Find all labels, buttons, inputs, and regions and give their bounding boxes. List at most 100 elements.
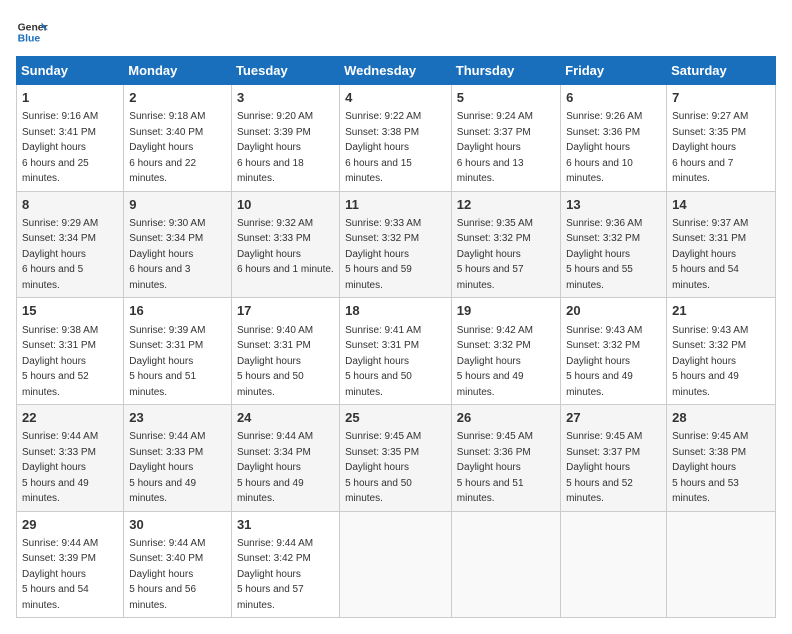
day-number: 23 xyxy=(129,409,226,427)
day-info: Sunrise: 9:43 AMSunset: 3:32 PMDaylight … xyxy=(566,325,642,398)
day-number: 22 xyxy=(22,409,118,427)
day-number: 12 xyxy=(457,196,555,214)
day-number: 3 xyxy=(237,89,334,107)
calendar-cell: 16 Sunrise: 9:39 AMSunset: 3:31 PMDaylig… xyxy=(124,298,232,405)
calendar-cell: 14 Sunrise: 9:37 AMSunset: 3:31 PMDaylig… xyxy=(667,191,776,298)
calendar-cell: 23 Sunrise: 9:44 AMSunset: 3:33 PMDaylig… xyxy=(124,405,232,512)
day-info: Sunrise: 9:45 AMSunset: 3:35 PMDaylight … xyxy=(345,431,421,504)
calendar-cell: 8 Sunrise: 9:29 AMSunset: 3:34 PMDayligh… xyxy=(17,191,124,298)
logo: General Blue xyxy=(16,16,48,48)
calendar-cell: 20 Sunrise: 9:43 AMSunset: 3:32 PMDaylig… xyxy=(561,298,667,405)
calendar-cell: 19 Sunrise: 9:42 AMSunset: 3:32 PMDaylig… xyxy=(451,298,560,405)
col-header-thursday: Thursday xyxy=(451,57,560,85)
day-info: Sunrise: 9:41 AMSunset: 3:31 PMDaylight … xyxy=(345,325,421,398)
day-info: Sunrise: 9:33 AMSunset: 3:32 PMDaylight … xyxy=(345,218,421,291)
day-number: 9 xyxy=(129,196,226,214)
calendar-cell: 28 Sunrise: 9:45 AMSunset: 3:38 PMDaylig… xyxy=(667,405,776,512)
day-number: 10 xyxy=(237,196,334,214)
day-info: Sunrise: 9:44 AMSunset: 3:40 PMDaylight … xyxy=(129,538,205,611)
day-number: 25 xyxy=(345,409,446,427)
calendar-cell: 6 Sunrise: 9:26 AMSunset: 3:36 PMDayligh… xyxy=(561,85,667,192)
day-info: Sunrise: 9:45 AMSunset: 3:37 PMDaylight … xyxy=(566,431,642,504)
day-info: Sunrise: 9:40 AMSunset: 3:31 PMDaylight … xyxy=(237,325,313,398)
day-info: Sunrise: 9:38 AMSunset: 3:31 PMDaylight … xyxy=(22,325,98,398)
col-header-wednesday: Wednesday xyxy=(340,57,452,85)
day-number: 7 xyxy=(672,89,770,107)
day-number: 18 xyxy=(345,302,446,320)
calendar-cell: 3 Sunrise: 9:20 AMSunset: 3:39 PMDayligh… xyxy=(231,85,339,192)
calendar-cell: 9 Sunrise: 9:30 AMSunset: 3:34 PMDayligh… xyxy=(124,191,232,298)
calendar-cell: 18 Sunrise: 9:41 AMSunset: 3:31 PMDaylig… xyxy=(340,298,452,405)
day-info: Sunrise: 9:44 AMSunset: 3:34 PMDaylight … xyxy=(237,431,313,504)
day-info: Sunrise: 9:35 AMSunset: 3:32 PMDaylight … xyxy=(457,218,533,291)
day-number: 8 xyxy=(22,196,118,214)
day-number: 27 xyxy=(566,409,661,427)
calendar-cell: 17 Sunrise: 9:40 AMSunset: 3:31 PMDaylig… xyxy=(231,298,339,405)
day-number: 14 xyxy=(672,196,770,214)
day-number: 19 xyxy=(457,302,555,320)
col-header-tuesday: Tuesday xyxy=(231,57,339,85)
day-info: Sunrise: 9:29 AMSunset: 3:34 PMDaylight … xyxy=(22,218,98,291)
calendar-cell xyxy=(340,511,452,618)
calendar-cell: 5 Sunrise: 9:24 AMSunset: 3:37 PMDayligh… xyxy=(451,85,560,192)
calendar-cell: 30 Sunrise: 9:44 AMSunset: 3:40 PMDaylig… xyxy=(124,511,232,618)
calendar-cell: 4 Sunrise: 9:22 AMSunset: 3:38 PMDayligh… xyxy=(340,85,452,192)
logo-icon: General Blue xyxy=(16,16,48,48)
calendar-cell: 1 Sunrise: 9:16 AMSunset: 3:41 PMDayligh… xyxy=(17,85,124,192)
day-info: Sunrise: 9:44 AMSunset: 3:33 PMDaylight … xyxy=(129,431,205,504)
day-number: 24 xyxy=(237,409,334,427)
day-number: 1 xyxy=(22,89,118,107)
col-header-sunday: Sunday xyxy=(17,57,124,85)
calendar-cell: 24 Sunrise: 9:44 AMSunset: 3:34 PMDaylig… xyxy=(231,405,339,512)
col-header-saturday: Saturday xyxy=(667,57,776,85)
day-number: 15 xyxy=(22,302,118,320)
day-number: 20 xyxy=(566,302,661,320)
day-info: Sunrise: 9:45 AMSunset: 3:38 PMDaylight … xyxy=(672,431,748,504)
day-info: Sunrise: 9:32 AMSunset: 3:33 PMDaylight … xyxy=(237,218,334,276)
day-number: 5 xyxy=(457,89,555,107)
calendar-cell: 15 Sunrise: 9:38 AMSunset: 3:31 PMDaylig… xyxy=(17,298,124,405)
day-info: Sunrise: 9:18 AMSunset: 3:40 PMDaylight … xyxy=(129,111,205,184)
svg-text:Blue: Blue xyxy=(18,34,41,45)
day-number: 2 xyxy=(129,89,226,107)
day-number: 11 xyxy=(345,196,446,214)
calendar-cell: 13 Sunrise: 9:36 AMSunset: 3:32 PMDaylig… xyxy=(561,191,667,298)
day-number: 4 xyxy=(345,89,446,107)
day-info: Sunrise: 9:27 AMSunset: 3:35 PMDaylight … xyxy=(672,111,748,184)
day-number: 31 xyxy=(237,516,334,534)
calendar-cell: 12 Sunrise: 9:35 AMSunset: 3:32 PMDaylig… xyxy=(451,191,560,298)
day-number: 21 xyxy=(672,302,770,320)
day-number: 6 xyxy=(566,89,661,107)
calendar-cell: 25 Sunrise: 9:45 AMSunset: 3:35 PMDaylig… xyxy=(340,405,452,512)
day-number: 28 xyxy=(672,409,770,427)
day-info: Sunrise: 9:45 AMSunset: 3:36 PMDaylight … xyxy=(457,431,533,504)
day-info: Sunrise: 9:22 AMSunset: 3:38 PMDaylight … xyxy=(345,111,421,184)
day-number: 30 xyxy=(129,516,226,534)
calendar-cell: 7 Sunrise: 9:27 AMSunset: 3:35 PMDayligh… xyxy=(667,85,776,192)
day-number: 29 xyxy=(22,516,118,534)
day-number: 16 xyxy=(129,302,226,320)
day-info: Sunrise: 9:24 AMSunset: 3:37 PMDaylight … xyxy=(457,111,533,184)
day-info: Sunrise: 9:16 AMSunset: 3:41 PMDaylight … xyxy=(22,111,98,184)
day-number: 13 xyxy=(566,196,661,214)
calendar-cell: 26 Sunrise: 9:45 AMSunset: 3:36 PMDaylig… xyxy=(451,405,560,512)
col-header-friday: Friday xyxy=(561,57,667,85)
day-number: 26 xyxy=(457,409,555,427)
day-info: Sunrise: 9:44 AMSunset: 3:33 PMDaylight … xyxy=(22,431,98,504)
calendar-cell: 2 Sunrise: 9:18 AMSunset: 3:40 PMDayligh… xyxy=(124,85,232,192)
calendar-cell: 31 Sunrise: 9:44 AMSunset: 3:42 PMDaylig… xyxy=(231,511,339,618)
day-info: Sunrise: 9:20 AMSunset: 3:39 PMDaylight … xyxy=(237,111,313,184)
day-info: Sunrise: 9:42 AMSunset: 3:32 PMDaylight … xyxy=(457,325,533,398)
day-info: Sunrise: 9:30 AMSunset: 3:34 PMDaylight … xyxy=(129,218,205,291)
calendar-cell xyxy=(561,511,667,618)
calendar-cell: 10 Sunrise: 9:32 AMSunset: 3:33 PMDaylig… xyxy=(231,191,339,298)
calendar-cell: 21 Sunrise: 9:43 AMSunset: 3:32 PMDaylig… xyxy=(667,298,776,405)
calendar-cell: 11 Sunrise: 9:33 AMSunset: 3:32 PMDaylig… xyxy=(340,191,452,298)
calendar-cell xyxy=(451,511,560,618)
day-info: Sunrise: 9:44 AMSunset: 3:39 PMDaylight … xyxy=(22,538,98,611)
header: General Blue xyxy=(16,16,776,48)
day-info: Sunrise: 9:36 AMSunset: 3:32 PMDaylight … xyxy=(566,218,642,291)
day-info: Sunrise: 9:26 AMSunset: 3:36 PMDaylight … xyxy=(566,111,642,184)
col-header-monday: Monday xyxy=(124,57,232,85)
day-info: Sunrise: 9:37 AMSunset: 3:31 PMDaylight … xyxy=(672,218,748,291)
